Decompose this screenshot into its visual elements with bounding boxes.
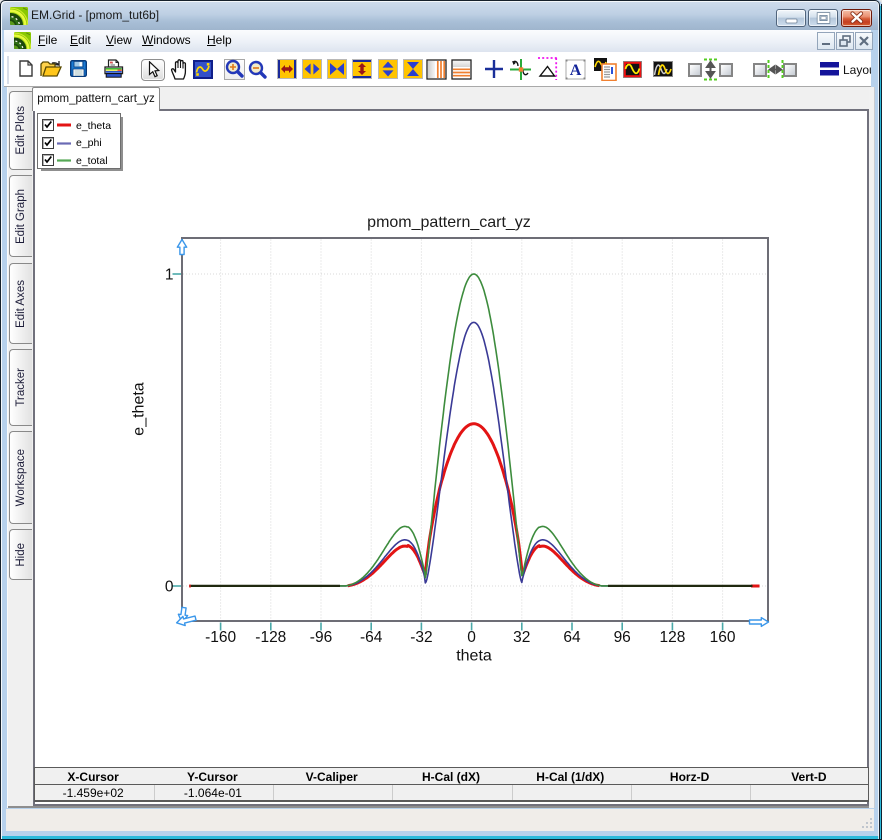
svg-text:e_theta: e_theta (131, 382, 148, 435)
svg-text:96: 96 (614, 629, 631, 646)
svg-text:-32: -32 (410, 629, 432, 646)
svg-text:64: 64 (563, 629, 581, 646)
svg-text:-64: -64 (360, 629, 383, 646)
svg-text:theta: theta (456, 648, 492, 665)
svg-text:-128: -128 (255, 629, 286, 646)
svg-text:-96: -96 (310, 629, 332, 646)
svg-text:-160: -160 (205, 629, 236, 646)
svg-text:128: 128 (659, 629, 685, 646)
svg-text:0: 0 (467, 629, 476, 646)
svg-text:pmom_pattern_cart_yz: pmom_pattern_cart_yz (367, 214, 531, 231)
svg-text:0: 0 (165, 579, 174, 596)
svg-text:160: 160 (710, 629, 736, 646)
svg-text:1: 1 (165, 267, 174, 284)
svg-text:32: 32 (513, 629, 530, 646)
